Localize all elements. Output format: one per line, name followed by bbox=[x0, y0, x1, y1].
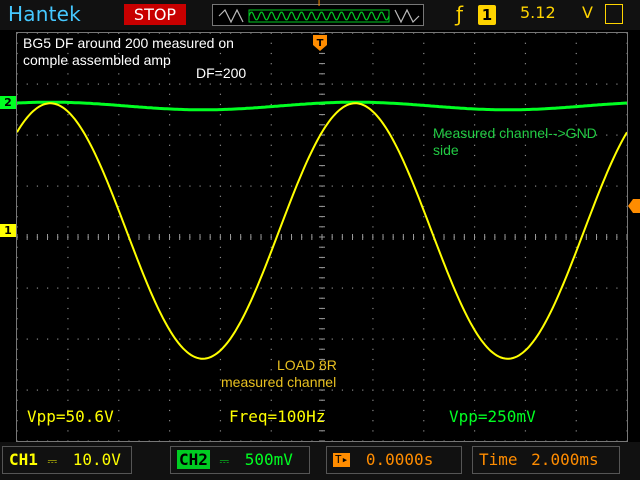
ch2-volts-per-div: 500mV bbox=[244, 450, 293, 469]
time-label: Time bbox=[479, 450, 518, 469]
ch1-scale-box[interactable]: CH1 ⎓ 10.0V bbox=[2, 446, 132, 474]
ch2-note-line-2: side bbox=[433, 142, 459, 158]
ch2-offset-marker[interactable]: 2 bbox=[0, 96, 16, 109]
ch1-label: CH1 bbox=[9, 450, 38, 469]
ch2-waveform bbox=[17, 100, 627, 112]
frequency-measurement: Freq=100Hz bbox=[229, 407, 326, 426]
top-status-bar: Hantek STOP T ƒ 1 5.12 V bbox=[0, 0, 640, 30]
ch2-label: CH2 bbox=[177, 450, 210, 469]
trigger-offset-icon: T▸ bbox=[333, 453, 351, 467]
ch2-annotation: Measured channel-->GND side bbox=[433, 125, 597, 159]
dc-coupling-icon: ⎓ bbox=[219, 454, 230, 468]
trigger-offset-value: 0.0000s bbox=[365, 450, 434, 469]
run-stop-indicator[interactable]: STOP bbox=[124, 4, 186, 25]
ch1-vpp-measurement: Vpp=50.6V bbox=[27, 407, 114, 426]
trigger-level-unit: V bbox=[582, 3, 593, 22]
trigger-offset-box[interactable]: T▸ 0.0000s bbox=[326, 446, 462, 474]
timebase-box[interactable]: Time 2.000ms bbox=[472, 446, 620, 474]
ch2-note-line-1: Measured channel-->GND bbox=[433, 125, 597, 141]
df-annotation: DF=200 bbox=[196, 65, 247, 81]
dc-coupling-icon: ⎓ bbox=[47, 454, 58, 468]
trigger-time-marker: T bbox=[313, 35, 327, 51]
ch1-annotation: LOAD 8R measured channel bbox=[221, 357, 337, 391]
ch1-note-line-2: measured channel bbox=[221, 374, 337, 390]
brand-logo: Hantek bbox=[8, 2, 81, 26]
title-annotation: BG5 DF around 200 measured on comple ass… bbox=[23, 35, 234, 69]
bottom-status-bar: CH1 ⎓ 10.0V CH2 ⎓ 500mV T▸ 0.0000s Time … bbox=[0, 442, 640, 480]
ch1-offset-marker[interactable]: 1 bbox=[0, 224, 16, 237]
time-per-div: 2.000ms bbox=[531, 450, 599, 469]
trigger-position-marker[interactable]: T bbox=[313, 0, 325, 9]
trigger-level: 5.12 bbox=[520, 3, 556, 22]
title-line-1: BG5 DF around 200 measured on bbox=[23, 35, 234, 51]
trigger-source-badge: 1 bbox=[478, 5, 496, 25]
svg-text:T: T bbox=[317, 38, 324, 49]
trigger-mode-box bbox=[605, 4, 623, 24]
trigger-level-marker[interactable] bbox=[628, 198, 640, 213]
rising-edge-icon: ƒ bbox=[456, 2, 464, 26]
ch1-note-line-1: LOAD 8R bbox=[277, 357, 337, 373]
ch1-volts-per-div: 10.0V bbox=[72, 450, 121, 469]
ch2-scale-box[interactable]: CH2 ⎓ 500mV bbox=[170, 446, 310, 474]
ch2-vpp-measurement: Vpp=250mV bbox=[449, 407, 536, 426]
waveform-display[interactable]: T BG5 DF around 200 measured on comple a… bbox=[16, 32, 628, 442]
trigger-panel[interactable]: ƒ 1 5.12 V bbox=[448, 2, 628, 27]
